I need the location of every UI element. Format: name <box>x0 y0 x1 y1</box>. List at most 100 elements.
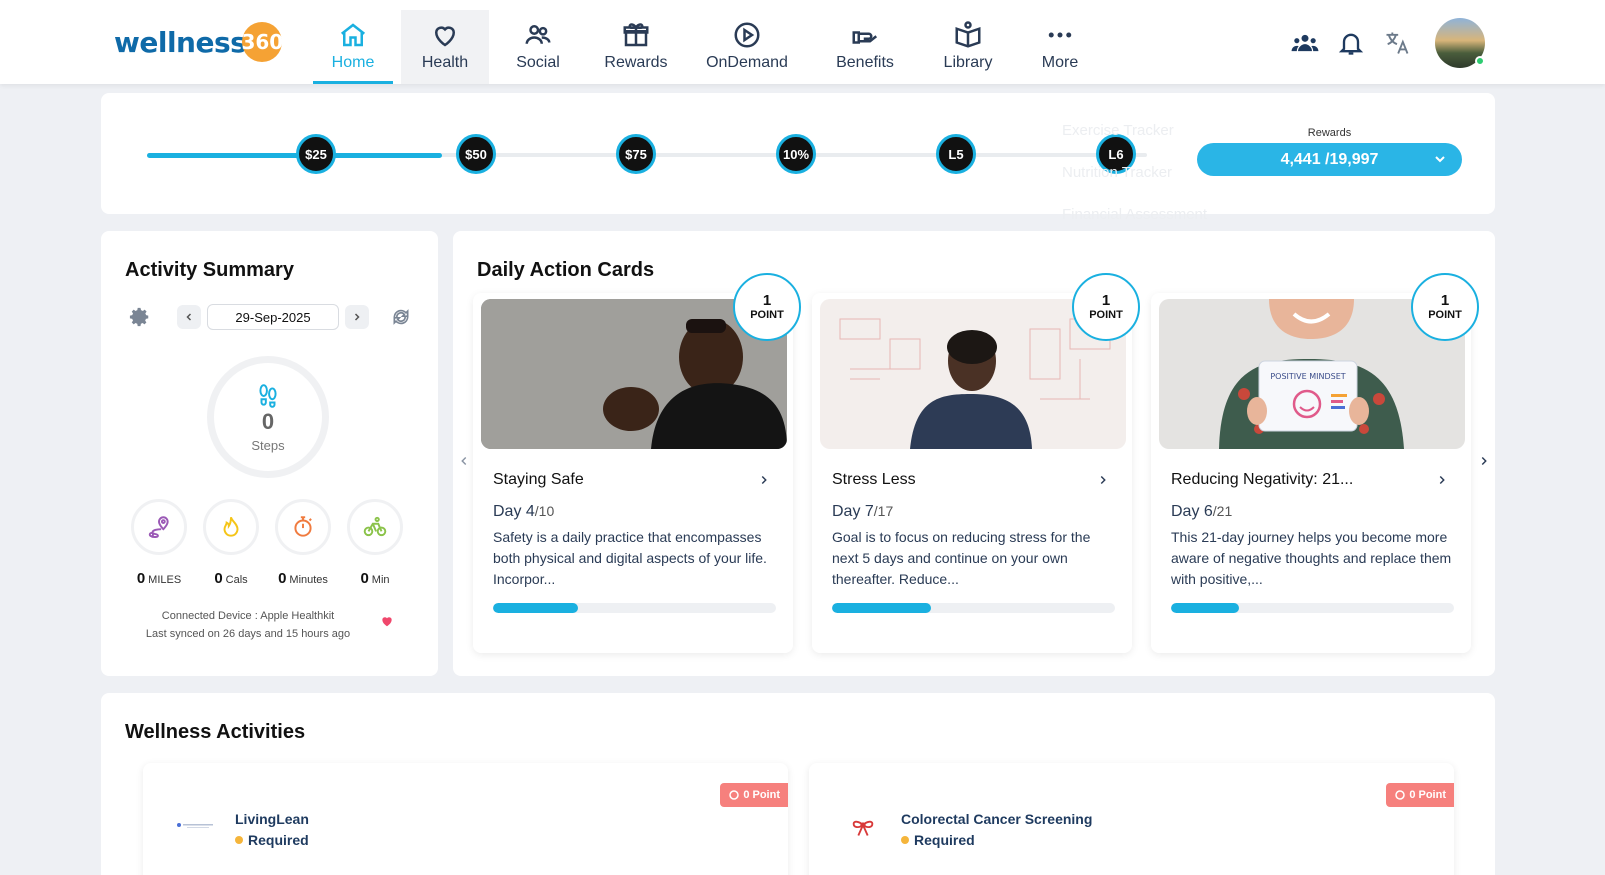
connected-device-text: Connected Device : Apple Healthkit <box>161 610 335 622</box>
status-dot <box>901 836 909 844</box>
action-card-staying-safe[interactable]: 1 POINT Staying Safe Day 4/10 Safety is a… <box>473 273 801 653</box>
wellness-activity-livinglean[interactable]: LivingLean Required 0 Point <box>143 763 788 875</box>
action-card-reducing-negativity[interactable]: POSITIVE MINDSET 1 POINT Reducing Negativ… <box>1151 273 1479 653</box>
carousel-prev-icon[interactable] <box>457 454 471 468</box>
dots-icon <box>1048 32 1072 38</box>
milestone-marker[interactable]: $25 <box>296 134 336 174</box>
milestone-marker[interactable]: 10% <box>776 134 816 174</box>
miles-metric <box>131 499 187 555</box>
nav-rewards[interactable]: Rewards <box>587 10 685 84</box>
milestone-marker[interactable]: L5 <box>936 134 976 174</box>
nav-social[interactable]: Social <box>489 10 587 84</box>
footsteps-icon <box>259 383 277 408</box>
action-card-progress <box>493 603 776 613</box>
next-date-button[interactable] <box>345 305 369 329</box>
nav-home-label: Home <box>331 54 375 71</box>
chevron-right-icon <box>354 313 360 321</box>
top-navigation-bar: wellness 360 Home Health Social Rewards … <box>0 0 1605 84</box>
chevron-right-icon[interactable] <box>1435 473 1449 487</box>
flame-icon <box>223 516 239 537</box>
nav-health[interactable]: Health <box>401 10 489 84</box>
steps-label: Steps <box>251 437 285 453</box>
gear-icon[interactable] <box>129 306 151 328</box>
nav-social-label: Social <box>516 54 560 71</box>
stopwatch-icon <box>294 516 312 537</box>
positive-mindset-sign-text: POSITIVE MINDSET <box>1270 372 1345 381</box>
chevron-right-icon[interactable] <box>1096 473 1110 487</box>
activity-summary-card: Activity Summary 29-Sep-2025 0 Steps 0 MI… <box>101 231 438 676</box>
progress-fill <box>493 603 578 613</box>
wellness-activity-name: LivingLean <box>235 811 309 827</box>
book-icon <box>955 21 981 48</box>
bell-icon[interactable] <box>1337 29 1365 57</box>
wellness360-logo[interactable]: wellness 360 <box>114 22 283 62</box>
bike-icon <box>363 516 387 537</box>
sync-icon[interactable] <box>391 307 411 327</box>
activity-summary-title: Activity Summary <box>125 259 294 281</box>
calories-value: 0 Cals <box>214 570 248 587</box>
active-minutes-value: 0 Min <box>360 570 390 587</box>
ghost-menu-item: Nutrition Tracker <box>1062 164 1173 181</box>
points-badge: 1 POINT <box>733 273 801 341</box>
daily-action-cards-section: Daily Action Cards 1 POINT Staying Safe D… <box>453 231 1495 676</box>
logo-text: wellness <box>114 25 247 59</box>
wellness-activity-name: Colorectal Cancer Screening <box>901 811 1093 827</box>
action-card-progress <box>832 603 1115 613</box>
chevron-right-icon[interactable] <box>757 473 771 487</box>
header-actions <box>1291 18 1485 68</box>
action-card-description: Safety is a daily practice that encompas… <box>493 529 767 587</box>
wellness-activities-section: Wellness Activities LivingLean Required … <box>101 693 1495 875</box>
action-card-description: This 21-day journey helps you become mor… <box>1171 529 1452 587</box>
daily-action-cards-title: Daily Action Cards <box>477 259 655 281</box>
hand-icon <box>852 31 878 44</box>
heart-icon <box>434 26 456 47</box>
main-nav: Home Health Social Rewards OnDemand Bene… <box>313 10 1105 84</box>
nav-rewards-label: Rewards <box>604 54 668 71</box>
date-field[interactable]: 29-Sep-2025 <box>207 304 339 330</box>
steps-value: 0 <box>261 408 275 434</box>
people-icon <box>525 25 551 44</box>
nav-benefits-label: Benefits <box>836 54 894 71</box>
previous-date-button[interactable] <box>177 305 201 329</box>
nav-ondemand[interactable]: OnDemand <box>685 10 809 84</box>
health-heart-icon <box>382 617 392 627</box>
nav-home[interactable]: Home <box>313 10 393 84</box>
minutes-metric <box>275 499 331 555</box>
carousel-next-icon[interactable] <box>1477 454 1491 468</box>
points-badge: 1 POINT <box>1072 273 1140 341</box>
chevron-left-icon <box>186 313 192 321</box>
coin-icon <box>729 790 740 800</box>
coin-icon <box>1395 790 1406 800</box>
milestone-marker[interactable]: $50 <box>456 134 496 174</box>
active-minutes-metric <box>347 499 403 555</box>
status-dot <box>235 836 243 844</box>
translate-icon[interactable] <box>1383 29 1411 57</box>
nav-benefits[interactable]: Benefits <box>809 10 921 84</box>
wellness-activity-colorectal-screening[interactable]: Colorectal Cancer Screening Required 0 P… <box>809 763 1454 875</box>
home-icon <box>340 23 366 47</box>
nav-health-label: Health <box>421 54 469 71</box>
nav-more-label: More <box>1041 54 1079 71</box>
points-badge: 1 POINT <box>1411 273 1479 341</box>
livinglean-logo <box>177 823 213 828</box>
group-icon[interactable] <box>1291 29 1319 57</box>
nav-more[interactable]: More <box>1015 10 1105 84</box>
action-card-description: Goal is to focus on reducing stress for … <box>832 529 1091 587</box>
action-card-stress-less[interactable]: 1 POINT Stress Less Day 7/17 Goal is to f… <box>812 273 1140 653</box>
user-avatar[interactable] <box>1435 18 1485 68</box>
wellness-activity-status: Required <box>235 832 309 848</box>
connected-device-info: Connected Device : Apple Healthkit Last … <box>113 607 383 643</box>
nav-library[interactable]: Library <box>921 10 1015 84</box>
progress-fill <box>1171 603 1239 613</box>
miles-value: 0 MILES <box>136 570 182 587</box>
minutes-value: 0 Minutes <box>278 570 328 587</box>
last-synced-text: Last synced on 26 days and 15 hours ago <box>145 628 351 640</box>
awareness-ribbon-icon <box>852 820 874 836</box>
wellness-activities-title: Wellness Activities <box>125 721 306 743</box>
calories-metric <box>203 499 259 555</box>
ghost-menu-item: Exercise Tracker <box>1062 122 1174 139</box>
steps-ring: 0 Steps <box>207 356 329 478</box>
online-status-dot <box>1475 56 1485 66</box>
wellness-activity-status: Required <box>901 832 975 848</box>
milestone-marker[interactable]: $75 <box>616 134 656 174</box>
